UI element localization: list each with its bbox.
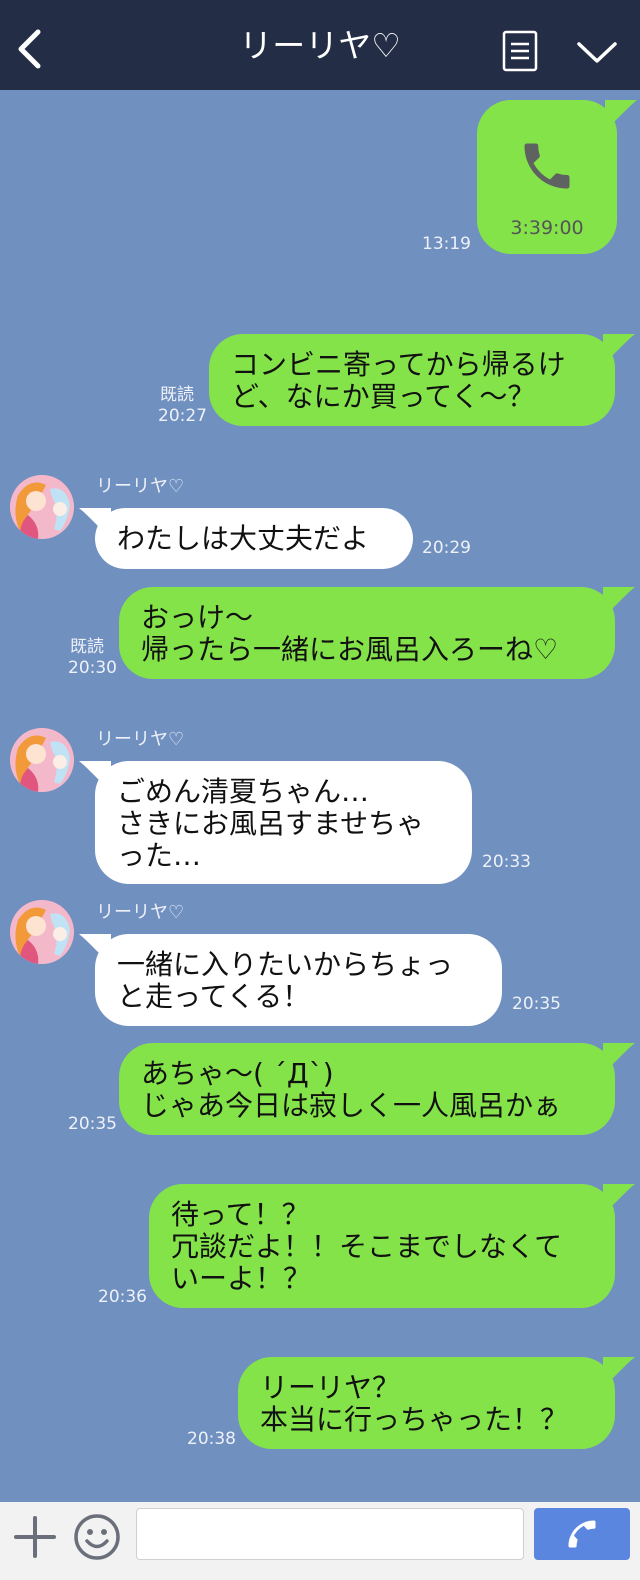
chevron-down-icon[interactable] xyxy=(576,40,618,66)
bubble-tail xyxy=(605,100,637,130)
message-text: コンビニ寄ってから帰るけ ど、なにか買ってく〜？ xyxy=(231,348,566,413)
sender-name: リーリヤ♡ xyxy=(96,902,185,923)
incoming-message-bubble[interactable]: わたしは大丈夫だよ xyxy=(79,508,413,569)
message-time: 20:29 xyxy=(422,538,471,558)
bubble-tail xyxy=(79,508,111,538)
bubble-tail xyxy=(603,587,635,617)
outgoing-message-bubble[interactable]: あちゃ〜( ´Д`) じゃあ今日は寂しく一人風呂かぁ xyxy=(119,1043,635,1135)
phone-icon xyxy=(568,1520,596,1548)
avatar-image xyxy=(10,728,74,792)
outgoing-message-bubble[interactable]: おっけ〜 帰ったら一緒にお風呂入ろーね♡ xyxy=(119,587,635,679)
incoming-message-bubble[interactable]: 一緒に入りたいからちょっ と走ってくる！ xyxy=(79,934,502,1026)
sender-name: リーリヤ♡ xyxy=(96,729,185,750)
call-duration: 3:39:00 xyxy=(510,217,584,239)
avatar[interactable] xyxy=(10,900,74,964)
outgoing-message-bubble[interactable]: コンビニ寄ってから帰るけ ど、なにか買ってく〜？ xyxy=(209,334,635,426)
avatar[interactable] xyxy=(10,475,74,539)
outgoing-message-bubble[interactable]: リーリヤ？ 本当に行っちゃった！？ xyxy=(238,1357,635,1449)
outgoing-message-bubble[interactable]: 待って！？ 冗談だよ！！そこまでしなくて いーよ！？ xyxy=(149,1184,635,1308)
read-receipt: 既読 xyxy=(160,385,194,405)
message-text: わたしは大丈夫だよ xyxy=(117,522,370,555)
message-text: おっけ〜 帰ったら一緒にお風呂入ろーね♡ xyxy=(141,601,559,666)
avatar-image xyxy=(10,475,74,539)
sender-name: リーリヤ♡ xyxy=(96,476,185,497)
call-button[interactable] xyxy=(534,1508,630,1560)
avatar[interactable] xyxy=(10,728,74,792)
message-time: 20:35 xyxy=(512,994,561,1014)
message-time: 20:36 xyxy=(98,1287,147,1307)
notes-icon[interactable] xyxy=(502,30,538,72)
plus-icon[interactable] xyxy=(12,1514,58,1560)
chat-header: リーリヤ♡ xyxy=(0,0,640,90)
message-time: 20:38 xyxy=(187,1429,236,1449)
smiley-icon[interactable] xyxy=(72,1512,122,1562)
incoming-message-bubble[interactable]: ごめん清夏ちゃん… さきにお風呂すませちゃ った… xyxy=(79,761,472,884)
bubble-tail xyxy=(603,1357,635,1387)
avatar-image xyxy=(10,900,74,964)
message-input-bar xyxy=(0,1502,640,1580)
message-list[interactable]: 3:39:00 13:19 コンビニ寄ってから帰るけ ど、なにか買ってく〜？ 既… xyxy=(0,90,640,1502)
read-receipt: 既読 xyxy=(70,637,104,657)
bubble-tail xyxy=(603,334,635,364)
phone-icon xyxy=(524,143,570,189)
message-text: 待って！？ 冗談だよ！！そこまでしなくて いーよ！？ xyxy=(171,1198,563,1295)
message-time: 20:30 xyxy=(68,658,117,678)
bubble-tail xyxy=(603,1043,635,1073)
message-text: あちゃ〜( ´Д`) じゃあ今日は寂しく一人風呂かぁ xyxy=(141,1057,562,1122)
message-time: 20:35 xyxy=(68,1114,117,1134)
message-text: ごめん清夏ちゃん… さきにお風呂すませちゃ った… xyxy=(117,775,425,872)
message-text: 一緒に入りたいからちょっ と走ってくる！ xyxy=(117,948,454,1013)
message-time: 20:27 xyxy=(158,406,207,426)
message-time: 13:19 xyxy=(422,234,471,254)
bubble-tail xyxy=(79,761,111,791)
message-text: リーリヤ？ 本当に行っちゃった！？ xyxy=(260,1371,569,1436)
message-time: 20:33 xyxy=(482,852,531,872)
bubble-tail xyxy=(79,934,111,964)
bubble-tail xyxy=(603,1184,635,1214)
message-input[interactable] xyxy=(136,1508,524,1560)
chat-title: リーリヤ♡ xyxy=(239,26,401,65)
call-message-bubble[interactable]: 3:39:00 xyxy=(477,100,637,254)
